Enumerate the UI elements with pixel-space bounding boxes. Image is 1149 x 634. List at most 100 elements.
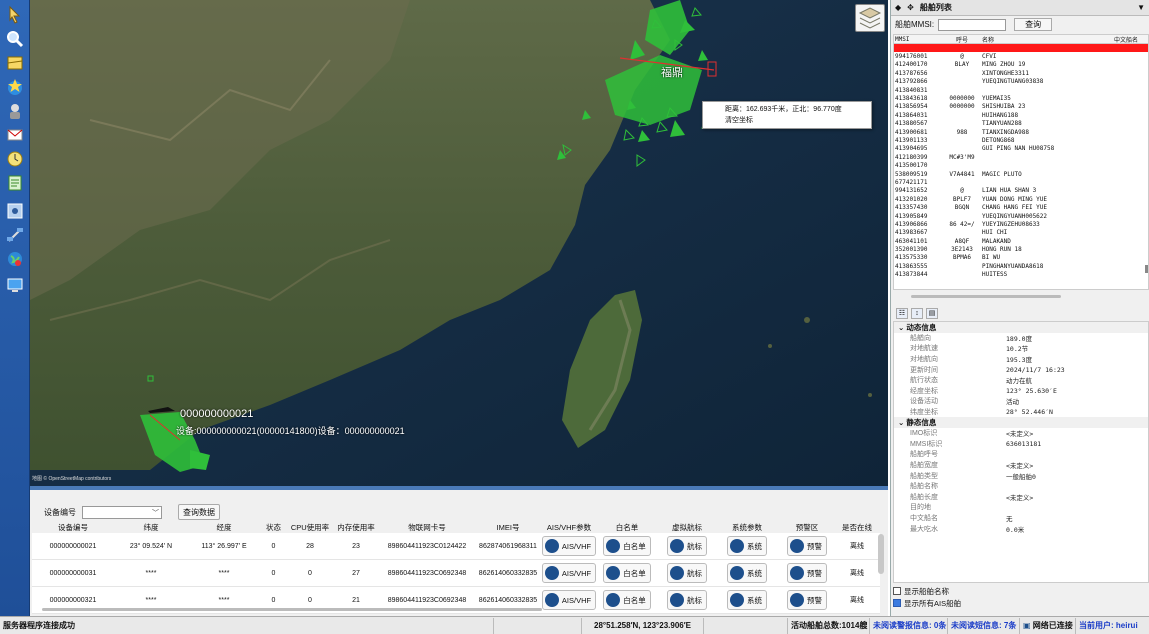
device-column-header[interactable]: AIS/VHF参数 xyxy=(541,522,597,533)
categorized-view-icon[interactable]: ☷ xyxy=(896,307,908,319)
property-row[interactable]: 对地航速 10.2节 xyxy=(894,343,1148,354)
panel-dropdown-icon[interactable]: ▼ xyxy=(1137,3,1145,12)
whitelist-button[interactable]: 白名单 xyxy=(603,536,651,556)
unread-alarm-count[interactable]: 未阅读警报信息: 0条 xyxy=(870,617,948,634)
device-column-header[interactable]: 物联网卡号 xyxy=(379,522,475,533)
ship-table-row[interactable]: 413880567 TIANYUAN288 xyxy=(894,120,1148,128)
ship-table-row[interactable]: 413864031 HUIHANG188 xyxy=(894,111,1148,119)
report-icon[interactable] xyxy=(3,172,27,194)
property-row[interactable]: 中文船名 无 xyxy=(894,513,1148,524)
mail-icon[interactable] xyxy=(3,124,27,146)
clear-coordinates-link[interactable]: 清空坐标 xyxy=(725,115,867,126)
device-table-row[interactable]: 000000000031 **** **** 0 0 27 898604411923C069… xyxy=(32,560,880,587)
sort-alpha-icon[interactable]: ↕ xyxy=(911,307,923,319)
warning-zone-button[interactable]: 预警 xyxy=(787,563,827,583)
static-info-category[interactable]: ⌄ 静态信息 xyxy=(894,417,1148,428)
device-column-header[interactable]: 设备编号 xyxy=(32,522,114,533)
system-params-button[interactable]: 系统 xyxy=(727,563,767,583)
ship-table-row[interactable]: 413201020 BPLF7 YUAN DONG MING YUE xyxy=(894,195,1148,203)
property-row[interactable]: 目的地 xyxy=(894,502,1148,513)
ship-table-row[interactable]: 413792866 YUEQINGTUANG03838 xyxy=(894,78,1148,86)
ship-column-header[interactable]: MMSI xyxy=(894,36,942,43)
show-ship-name-checkbox[interactable]: 显示船舶名称 xyxy=(893,585,961,597)
device-column-header[interactable]: 状态 xyxy=(260,522,287,533)
ship-table-row[interactable]: 413843618 0000000 YUEMAI35 xyxy=(894,94,1148,102)
ais-vhf-button[interactable]: AIS/VHF xyxy=(541,563,597,583)
user-icon[interactable] xyxy=(3,100,27,122)
map-view[interactable]: 福鼎 000000000021 设备:000000000021(00000141… xyxy=(30,0,888,486)
ship-table-row[interactable]: 413856954 0000000 SHISHUIBA 23 xyxy=(894,103,1148,111)
property-pages-icon[interactable]: ▤ xyxy=(926,307,938,319)
ship-table-row[interactable]: 636013181 xyxy=(894,44,1148,53)
favorites-icon[interactable] xyxy=(3,76,27,98)
warning-zone-button[interactable]: 预警 xyxy=(787,536,827,556)
property-row[interactable]: 更新时间 2024/11/7 16:23 xyxy=(894,364,1148,375)
property-row[interactable]: 船舶宽度 <未定义> xyxy=(894,460,1148,471)
map-tool-icon[interactable] xyxy=(3,52,27,74)
device-table-row[interactable]: 000000000021 23° 09.524′ N 113° 26.997′ E 0… xyxy=(32,533,880,560)
system-params-button[interactable]: 系统 xyxy=(727,536,767,556)
system-params-button[interactable]: 系统 xyxy=(727,590,767,610)
ship-table-row[interactable]: 413575330 BPMA6 BI WU xyxy=(894,254,1148,262)
ship-table-row[interactable]: 352001390 3E2143 HONG RUN 18 xyxy=(894,245,1148,253)
device-column-header[interactable]: 纬度 xyxy=(114,522,188,533)
dynamic-info-category[interactable]: ⌄ 动态信息 xyxy=(894,322,1148,333)
panel-move-icon[interactable]: ✥ xyxy=(907,3,914,12)
device-column-header[interactable]: 经度 xyxy=(188,522,260,533)
panel-pin-icon[interactable]: ◆ xyxy=(895,3,901,12)
ship-table-row[interactable]: 412180399 MC#3'M9 xyxy=(894,153,1148,161)
ship-table-row[interactable]: 413906866 86 42=/ YUEYINGZEHU08633 xyxy=(894,220,1148,228)
ship-table-row[interactable]: 413840831 xyxy=(894,86,1148,94)
virtual-beacon-button[interactable]: 航标 xyxy=(667,563,707,583)
ship-table-row[interactable]: 413901133 DETONG868 xyxy=(894,136,1148,144)
ship-table-row[interactable]: 413873844 HUITESS xyxy=(894,271,1148,279)
ship-table-horizontal-scrollbar[interactable] xyxy=(911,295,1061,298)
device-column-header[interactable]: 虚拟航标 xyxy=(657,522,717,533)
ship-table-row[interactable]: 413863555 PINGHANYUANDA8618 xyxy=(894,262,1148,270)
ais-vhf-button[interactable]: AIS/VHF xyxy=(541,590,597,610)
virtual-beacon-button[interactable]: 航标 xyxy=(667,590,707,610)
ship-column-header[interactable]: 名称 xyxy=(982,35,1114,44)
unread-short-message-count[interactable]: 未阅读短信息: 7条 xyxy=(948,617,1020,634)
layers-toggle-button[interactable] xyxy=(855,4,885,32)
property-row[interactable]: 船舶长度 <未定义> xyxy=(894,492,1148,503)
globe-icon[interactable] xyxy=(3,248,27,270)
ship-table-row[interactable]: 994131652 @ LIAN HUA SHAN 3 xyxy=(894,187,1148,195)
ais-vhf-button[interactable]: AIS/VHF xyxy=(541,536,597,556)
clock-icon[interactable] xyxy=(3,148,27,170)
ship-table-scrollbar[interactable] xyxy=(1145,265,1148,273)
mmsi-query-button[interactable]: 查询 xyxy=(1014,18,1053,31)
device-column-header[interactable]: 预警区 xyxy=(777,522,837,533)
ship-column-header[interactable]: 中文船名 xyxy=(1114,35,1144,44)
ship-table-row[interactable]: 413500170 xyxy=(894,161,1148,169)
ship-table-row[interactable]: 413983667 HUI CHI xyxy=(894,229,1148,237)
property-row[interactable]: 船艏向 189.0度 xyxy=(894,333,1148,344)
property-row[interactable]: 设备活动 活动 xyxy=(894,396,1148,407)
property-row[interactable]: 纬度坐标 28° 52.446′N xyxy=(894,407,1148,418)
device-table-vertical-scrollbar[interactable] xyxy=(878,534,884,574)
ship-table-row[interactable]: 994176001 @ CFVI xyxy=(894,52,1148,60)
ship-column-header[interactable]: 呼号 xyxy=(942,35,982,44)
pointer-tool-icon[interactable] xyxy=(3,4,27,26)
device-column-header[interactable]: CPU使用率 xyxy=(287,522,333,533)
property-row[interactable]: 经度坐标 123° 25.630′E xyxy=(894,386,1148,397)
device-column-header[interactable]: IMEI号 xyxy=(475,522,541,533)
device-column-header[interactable]: 内存使用率 xyxy=(333,522,379,533)
checkbox-box[interactable] xyxy=(893,599,901,607)
settings-icon[interactable] xyxy=(3,200,27,222)
virtual-beacon-button[interactable]: 航标 xyxy=(667,536,707,556)
whitelist-button[interactable]: 白名单 xyxy=(603,563,651,583)
show-all-ais-checkbox[interactable]: 显示所有AIS船舶 xyxy=(893,597,961,609)
warning-zone-button[interactable]: 预警 xyxy=(787,590,827,610)
property-row[interactable]: MMSI标识 636013181 xyxy=(894,439,1148,450)
property-row[interactable]: 船舶类型 一般船舶0 xyxy=(894,470,1148,481)
device-column-header[interactable]: 是否在线 xyxy=(837,522,877,533)
ship-table-row[interactable]: 463041101 A8QF MALAKAND xyxy=(894,237,1148,245)
ship-table-row[interactable]: 538009519 V7A4841 MAGIC PLUTO xyxy=(894,170,1148,178)
zoom-search-icon[interactable] xyxy=(3,28,27,50)
ship-table-row[interactable]: 412400170 BLAY MING ZHOU 19 xyxy=(894,61,1148,69)
query-data-button[interactable]: 查询数据 xyxy=(178,504,220,520)
monitor-icon[interactable] xyxy=(3,274,27,296)
property-row[interactable]: 对地航向 195.3度 xyxy=(894,354,1148,365)
property-row[interactable]: 最大吃水 0.0米 xyxy=(894,523,1148,534)
